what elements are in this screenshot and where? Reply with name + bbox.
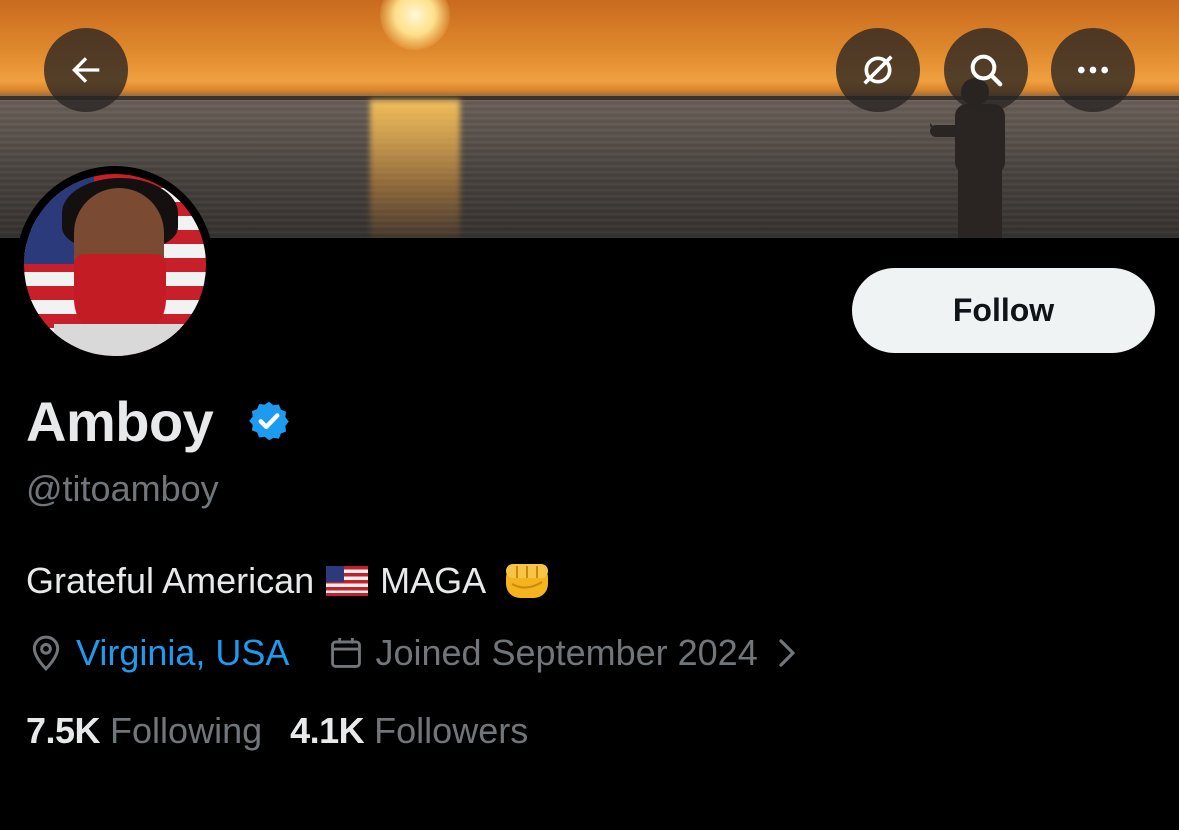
display-name: Amboy <box>26 390 214 453</box>
username-handle: @titoamboy <box>26 468 219 509</box>
verified-badge-icon[interactable] <box>247 399 291 443</box>
banner-sun <box>380 0 450 50</box>
location-link[interactable]: Virginia, USA <box>76 632 289 674</box>
us-flag-icon <box>326 566 369 596</box>
search-icon <box>970 54 1003 87</box>
chevron-right-icon[interactable] <box>776 638 798 668</box>
followers-count: 4.1K <box>290 710 365 751</box>
grok-icon <box>863 55 893 85</box>
avatar-image <box>24 174 206 356</box>
followers-stat[interactable]: 4.1K Followers <box>290 708 528 754</box>
back-button[interactable] <box>44 28 128 112</box>
avatar-shirt <box>54 324 184 356</box>
location-pin-icon <box>32 635 60 671</box>
more-button[interactable] <box>1051 28 1135 112</box>
following-count: 7.5K <box>26 710 101 751</box>
bio: Grateful American MAGA <box>26 557 554 605</box>
more-horizontal-icon <box>1078 66 1108 74</box>
profile-meta: Virginia, USA Joined September 2024 <box>26 630 798 676</box>
following-stat[interactable]: 7.5K Following <box>26 708 262 754</box>
grok-button[interactable] <box>836 28 920 112</box>
follow-button[interactable]: Follow <box>852 268 1155 353</box>
follow-stats: 7.5K Following 4.1K Followers <box>26 708 528 754</box>
bio-text: Grateful American <box>26 560 315 601</box>
oncoming-fist-icon <box>506 564 549 598</box>
calendar-icon <box>331 637 362 668</box>
joined-date[interactable]: Joined September 2024 <box>375 632 757 674</box>
banner-sun-glint <box>370 100 460 238</box>
followers-label: Followers <box>374 710 529 751</box>
arrow-left-icon <box>72 57 100 83</box>
search-button[interactable] <box>944 28 1028 112</box>
bio-text-maga: MAGA <box>380 560 487 601</box>
avatar[interactable] <box>16 166 214 364</box>
following-label: Following <box>110 710 263 751</box>
